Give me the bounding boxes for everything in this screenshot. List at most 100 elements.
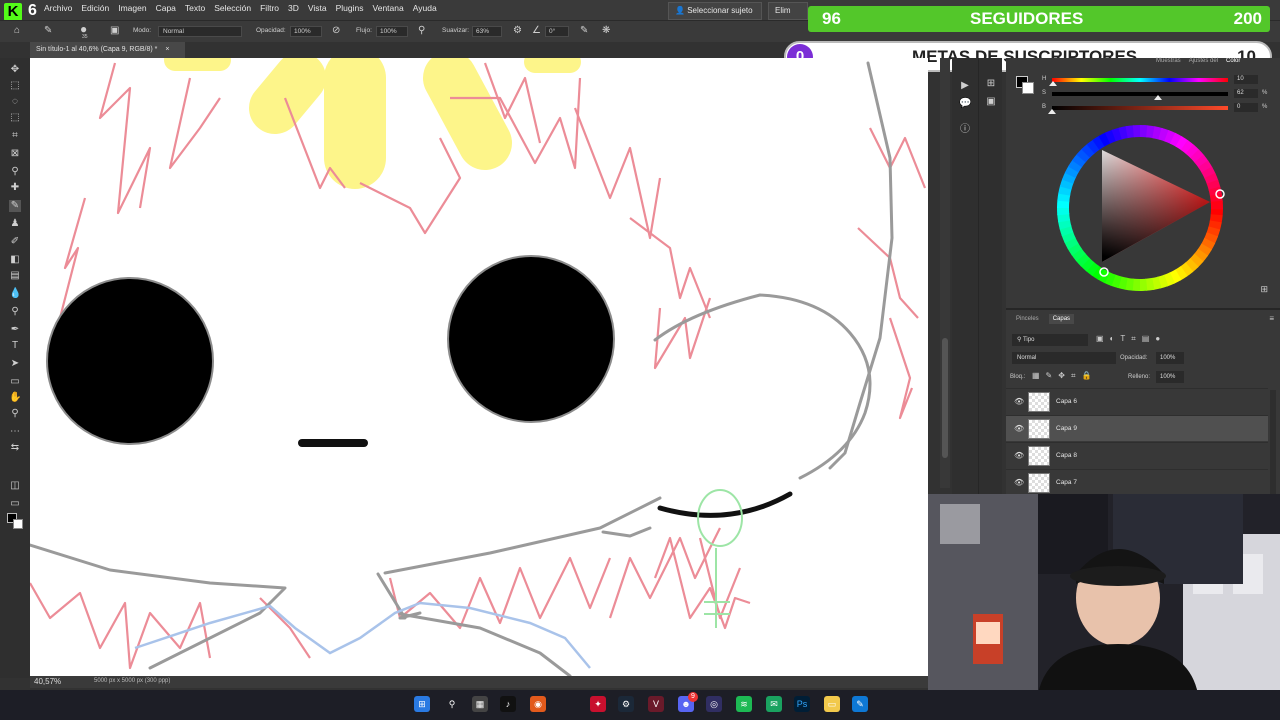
shape-tool-icon[interactable]: ▭ <box>9 376 21 388</box>
symmetry-icon[interactable]: ❋ <box>602 25 610 36</box>
layer-row-selected[interactable]: 👁 Capa 9 <box>1006 415 1268 441</box>
object-select-icon[interactable]: ⬚ <box>9 112 21 124</box>
visibility-eye-icon[interactable]: 👁 <box>1014 478 1024 487</box>
brightness-track[interactable] <box>1052 106 1228 110</box>
path-select-icon[interactable]: ➤ <box>9 358 21 370</box>
menu-edicion[interactable]: Edición <box>81 3 109 13</box>
layer-row[interactable]: 👁 Capa 6 <box>1006 388 1268 414</box>
dodge-tool-icon[interactable]: ⚲ <box>9 306 21 318</box>
panel-menu-icon[interactable]: ≡ <box>1269 314 1274 323</box>
navigator-icon[interactable]: ▣ <box>985 96 997 108</box>
spotify-icon[interactable]: ≋ <box>736 696 752 712</box>
brightness-slider[interactable]: B 0 % <box>1042 103 1274 114</box>
airbrush-icon[interactable]: ⚲ <box>418 25 425 36</box>
swap-colors-icon[interactable]: ⇆ <box>9 442 21 454</box>
visibility-eye-icon[interactable]: 👁 <box>1014 424 1024 433</box>
brush-settings-icon[interactable]: ▣ <box>110 25 119 36</box>
color-background-swatch[interactable] <box>1022 82 1034 94</box>
saturation-track[interactable] <box>1052 92 1228 96</box>
brightness-knob[interactable] <box>1048 109 1056 114</box>
tab-color[interactable]: Color <box>1226 58 1240 64</box>
red-app-icon[interactable]: ✦ <box>590 696 606 712</box>
move-tool-icon[interactable]: ✥ <box>9 64 21 76</box>
menu-ventana[interactable]: Ventana <box>373 3 404 13</box>
layers-scrollbar[interactable] <box>1270 390 1276 500</box>
visibility-eye-icon[interactable]: 👁 <box>1014 397 1024 406</box>
photoshop-icon[interactable]: Ps <box>794 696 810 712</box>
vegas-icon[interactable]: V <box>648 696 664 712</box>
menu-imagen[interactable]: Imagen <box>118 3 146 13</box>
smoothing-settings-icon[interactable]: ⚙ <box>513 25 522 36</box>
remove-button[interactable]: Elim <box>768 2 808 20</box>
canvas[interactable] <box>30 58 928 676</box>
menu-plugins[interactable]: Plugins <box>336 3 364 13</box>
pen-tool-icon[interactable]: ✒ <box>9 324 21 336</box>
menu-filtro[interactable]: Filtro <box>260 3 279 13</box>
menu-3d[interactable]: 3D <box>288 3 299 13</box>
layer-filter-icons[interactable]: ▣◐T⌗▤● <box>1096 334 1166 344</box>
frame-tool-icon[interactable]: ⊠ <box>9 148 21 160</box>
comment-icon[interactable]: 💬 <box>959 98 971 110</box>
layer-filter-select[interactable]: ⚲ Tipo <box>1012 334 1088 346</box>
menu-seleccion[interactable]: Selección <box>214 3 251 13</box>
brush-tool-icon[interactable]: ✎ <box>44 25 52 36</box>
explorer-icon[interactable]: ▭ <box>824 696 840 712</box>
fill-input[interactable]: 100% <box>1156 371 1184 383</box>
layer-row[interactable]: 👁 Capa 8 <box>1006 442 1268 468</box>
visibility-eye-icon[interactable]: 👁 <box>1014 451 1024 460</box>
hue-knob[interactable] <box>1049 81 1057 86</box>
marquee-tool-icon[interactable]: ⬚ <box>9 80 21 92</box>
search-icon[interactable]: ⚲ <box>444 696 460 712</box>
windows-icon[interactable]: ⊞ <box>414 696 430 712</box>
smoothing-input[interactable]: 63% <box>472 26 502 37</box>
hue-value[interactable]: 10 <box>1234 75 1258 84</box>
crop-tool-icon[interactable]: ⌗ <box>9 130 21 142</box>
brush-tool-icon[interactable]: ✎ <box>9 200 21 212</box>
saturation-slider[interactable]: S 62 % <box>1042 89 1274 100</box>
layer-row[interactable]: 👁 Capa 7 <box>1006 469 1268 495</box>
firefox-icon[interactable]: ◉ <box>530 696 546 712</box>
eyedropper-tool-icon[interactable]: ⚲ <box>9 166 21 178</box>
document-tab[interactable]: Sin título-1 al 40,6% (Capa 9, RGB/8) * … <box>30 42 185 58</box>
opacity-input[interactable]: 100% <box>290 26 322 37</box>
zoom-tool-icon[interactable]: ⚲ <box>9 408 21 420</box>
pressure-opacity-icon[interactable]: ⊘ <box>332 25 340 36</box>
scrollbar-thumb[interactable] <box>942 338 948 458</box>
menu-texto[interactable]: Texto <box>185 3 205 13</box>
brightness-value[interactable]: 0 <box>1234 103 1258 112</box>
more-tools-icon[interactable]: ⋯ <box>9 426 21 438</box>
eraser-tool-icon[interactable]: ◧ <box>9 254 21 266</box>
obs-icon[interactable]: ◎ <box>706 696 722 712</box>
lock-icons[interactable]: ▦✎✥⌗🔒 <box>1032 371 1097 381</box>
home-icon[interactable]: ⌂ <box>14 25 20 36</box>
histogram-icon[interactable]: ⊞ <box>985 78 997 90</box>
pressure-size-icon[interactable]: ✎ <box>580 25 588 36</box>
pen-icon[interactable]: ✎ <box>852 696 868 712</box>
steam-icon[interactable]: ⚙ <box>618 696 634 712</box>
info-icon[interactable]: ⓘ <box>959 124 971 136</box>
mode-select[interactable]: Normal <box>158 26 242 37</box>
saturation-knob[interactable] <box>1154 95 1162 100</box>
healing-tool-icon[interactable]: ✚ <box>9 182 21 194</box>
stamp-tool-icon[interactable]: ♟ <box>9 218 21 230</box>
zoom-level[interactable]: 40,57% <box>34 677 61 686</box>
hue-track[interactable] <box>1052 78 1228 82</box>
history-brush-icon[interactable]: ✐ <box>9 236 21 248</box>
layer-opacity-input[interactable]: 100% <box>1156 352 1184 364</box>
hand-tool-icon[interactable]: ✋ <box>9 392 21 404</box>
saturation-value[interactable]: 62 <box>1234 89 1258 98</box>
tab-ajustes[interactable]: Ajustes del <box>1189 58 1218 64</box>
tiktok-icon[interactable]: ♪ <box>500 696 516 712</box>
tab-pinceles[interactable]: Pinceles <box>1012 314 1043 324</box>
hue-slider[interactable]: H 10 <box>1042 75 1274 86</box>
tab-capas[interactable]: Capas <box>1048 314 1075 324</box>
color-wheel[interactable] <box>1054 122 1226 294</box>
menu-archivo[interactable]: Archivo <box>44 3 72 13</box>
apps-icon[interactable]: ▦ <box>472 696 488 712</box>
quick-mask-icon[interactable]: ◫ <box>9 480 21 492</box>
type-tool-icon[interactable]: T <box>9 340 21 352</box>
background-color-swatch[interactable] <box>13 519 23 529</box>
canvas-vertical-scrollbar[interactable] <box>940 58 950 488</box>
play-icon[interactable]: ▶ <box>959 80 971 92</box>
tab-muestras[interactable]: Muestras <box>1156 58 1181 64</box>
